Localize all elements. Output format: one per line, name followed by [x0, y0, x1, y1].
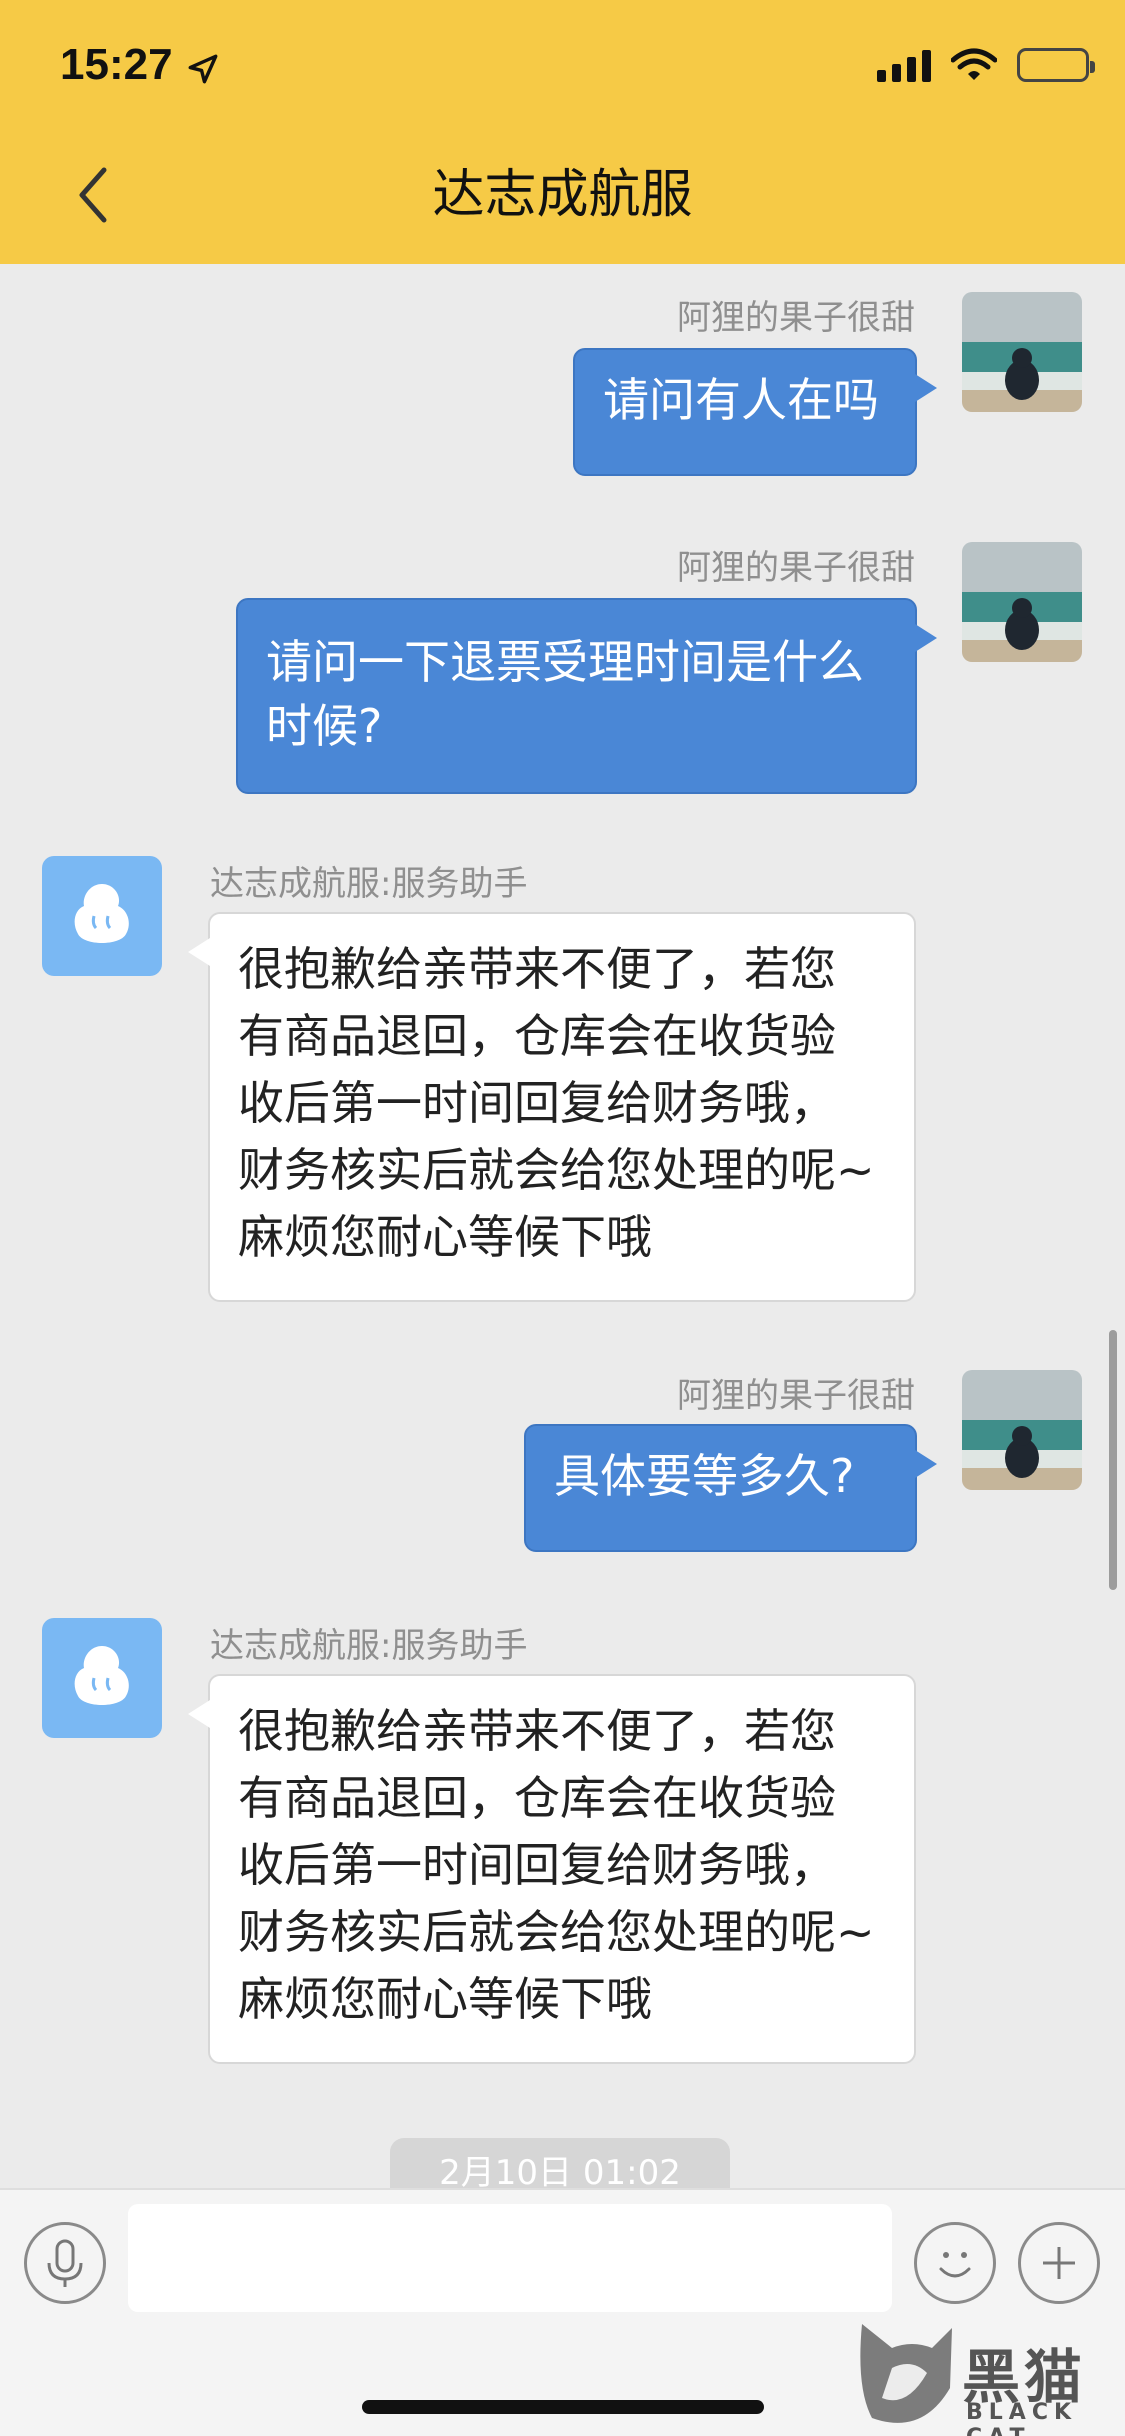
sender-name: 阿狸的果子很甜	[677, 548, 915, 588]
user-avatar[interactable]	[962, 542, 1082, 662]
location-arrow-icon	[188, 54, 218, 84]
message-line: 很抱歉给亲带来不便了，若您	[238, 942, 836, 996]
scrollbar[interactable]	[1109, 1330, 1117, 1590]
message-line: 有商品退回，仓库会在收货验	[238, 1009, 836, 1063]
status-time: 15:27	[60, 40, 173, 89]
message-bubble-user[interactable]: 请问有人在吗	[573, 348, 937, 476]
timestamp-badge: 2月10日 01:02	[390, 2138, 730, 2188]
message-line: 收后第一时间回复给财务哦，	[238, 1838, 836, 1892]
message-line: 财务核实后就会给您处理的呢~	[238, 1143, 875, 1197]
page-title: 达志成航服	[432, 165, 693, 225]
message-line: 收后第一时间回复给财务哦，	[238, 1076, 836, 1130]
wifi-icon	[951, 48, 997, 80]
message-line: 麻烦您耐心等候下哦	[238, 1210, 652, 1264]
signal-icon	[877, 48, 931, 82]
sender-name: 阿狸的果子很甜	[677, 298, 915, 338]
message-line: 请问一下退票受理时间是什么	[266, 635, 864, 689]
input-bar	[0, 2188, 1125, 2338]
voice-button[interactable]	[24, 2222, 106, 2304]
message-input[interactable]	[128, 2204, 892, 2312]
status-indicators	[877, 48, 1095, 82]
smiley-icon	[939, 2252, 971, 2278]
plus-icon	[1043, 2247, 1075, 2279]
home-indicator[interactable]	[362, 2400, 764, 2414]
top-header: 15:27 达志成航服	[0, 0, 1125, 264]
microphone-icon	[47, 2239, 83, 2287]
message-bubble-bot[interactable]: 很抱歉给亲带来不便了，若您 有商品退回，仓库会在收货验 收后第一时间回复给财务哦…	[188, 912, 916, 1302]
message-line: 有商品退回，仓库会在收货验	[238, 1771, 836, 1825]
message-line: 财务核实后就会给您处理的呢~	[238, 1905, 875, 1959]
message-text: 具体要等多久?	[554, 1449, 855, 1503]
user-avatar[interactable]	[962, 292, 1082, 412]
sender-name: 达志成航服:服务助手	[210, 864, 528, 904]
user-avatar[interactable]	[962, 1370, 1082, 1490]
bot-avatar[interactable]	[42, 856, 162, 976]
message-line: 麻烦您耐心等候下哦	[238, 1972, 652, 2026]
battery-icon	[1017, 48, 1095, 82]
more-button[interactable]	[1018, 2222, 1100, 2304]
message-line: 很抱歉给亲带来不便了，若您	[238, 1704, 836, 1758]
message-bubble-user[interactable]: 请问一下退票受理时间是什么 时候?	[236, 598, 937, 794]
message-bubble-bot[interactable]: 很抱歉给亲带来不便了，若您 有商品退回，仓库会在收货验 收后第一时间回复给财务哦…	[188, 1674, 916, 2064]
emoji-button[interactable]	[914, 2222, 996, 2304]
bot-avatar[interactable]	[42, 1618, 162, 1738]
sender-name: 达志成航服:服务助手	[210, 1626, 528, 1666]
message-line: 时候?	[266, 699, 383, 753]
message-bubble-user[interactable]: 具体要等多久?	[524, 1424, 937, 1552]
message-text: 请问有人在吗	[603, 373, 879, 427]
watermark-subtitle: BLACK CAT	[966, 2400, 1078, 2436]
chat-area[interactable]: 阿狸的果子很甜 请问有人在吗 阿狸的果子很甜 请问一下退票受理时间是什么 时候?	[0, 264, 1125, 2188]
sender-name: 阿狸的果子很甜	[677, 1376, 915, 1416]
